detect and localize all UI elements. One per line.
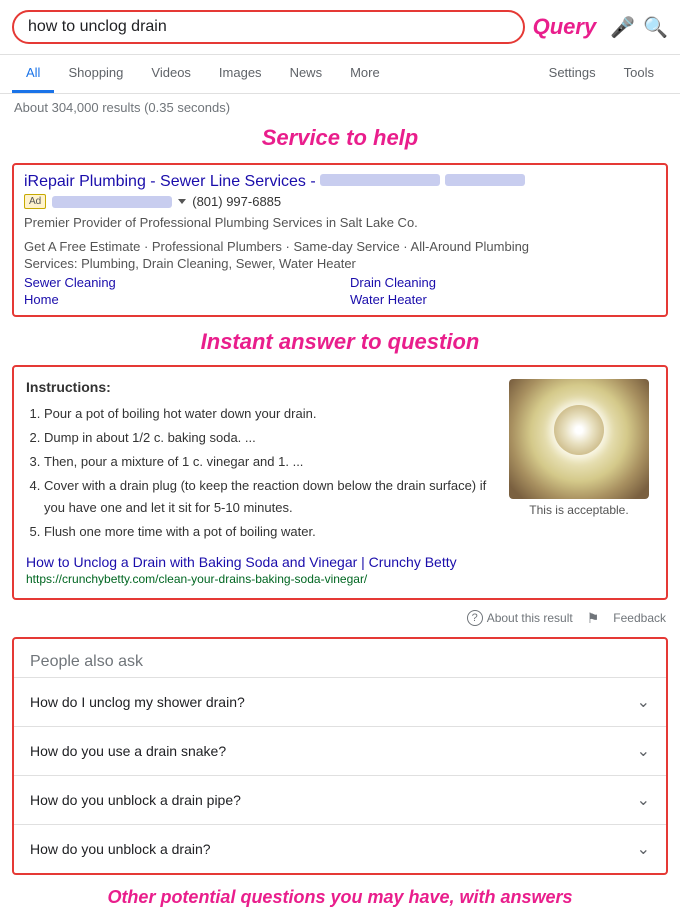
drain-image — [509, 379, 649, 499]
ad-phone: (801) 997-6885 — [192, 194, 281, 209]
paa-item-2[interactable]: How do you unblock a drain pipe? ⌄ — [14, 775, 666, 824]
query-label: Query — [533, 14, 597, 40]
answer-content: Instructions: Pour a pot of boiling hot … — [26, 379, 492, 586]
paa-item-0[interactable]: How do I unclog my shower drain? ⌄ — [14, 677, 666, 726]
tab-images[interactable]: Images — [205, 55, 276, 93]
search-icon[interactable]: 🔍 — [643, 15, 668, 40]
ad-dropdown-icon — [178, 199, 186, 204]
answer-box: Instructions: Pour a pot of boiling hot … — [12, 365, 668, 600]
answer-image: This is acceptable. — [504, 379, 654, 586]
tab-tools[interactable]: Tools — [610, 55, 668, 93]
instant-label: Instant answer to question — [0, 323, 680, 361]
nav-tabs: All Shopping Videos Images News More Set… — [0, 55, 680, 94]
bottom-label: Other potential questions you may have, … — [0, 879, 680, 916]
ad-url-row: Ad (801) 997-6885 — [24, 194, 656, 209]
paa-chevron-3: ⌄ — [637, 839, 650, 859]
step-5: Flush one more time with a pot of boilin… — [44, 521, 492, 543]
tab-news[interactable]: News — [276, 55, 337, 93]
paa-title: People also ask — [14, 639, 666, 677]
about-this-result[interactable]: ? About this result — [467, 610, 573, 626]
ad-badge: Ad — [24, 194, 46, 209]
paa-question-2: How do you unblock a drain pipe? — [30, 792, 241, 808]
feedback-link[interactable]: Feedback — [613, 611, 666, 625]
ad-title-text: iRepair Plumbing - Sewer Line Services - — [24, 173, 316, 190]
feedback-flag-icon: ⚑ — [587, 610, 600, 627]
step-3: Then, pour a mixture of 1 c. vinegar and… — [44, 451, 492, 473]
paa-item-1[interactable]: How do you use a drain snake? ⌄ — [14, 726, 666, 775]
step-4: Cover with a drain plug (to keep the rea… — [44, 475, 492, 519]
paa-question-3: How do you unblock a drain? — [30, 841, 211, 857]
source-url: https://crunchybetty.com/clean-your-drai… — [26, 572, 367, 586]
ad-url-blurred-1 — [320, 174, 440, 186]
ad-url-blurred-2 — [445, 174, 525, 186]
step-2: Dump in about 1/2 c. baking soda. ... — [44, 427, 492, 449]
ad-link-water-heater[interactable]: Water Heater — [350, 292, 656, 307]
people-also-ask-box: People also ask How do I unclog my showe… — [12, 637, 668, 875]
paa-chevron-2: ⌄ — [637, 790, 650, 810]
ad-box: iRepair Plumbing - Sewer Line Services -… — [12, 163, 668, 317]
step-1: Pour a pot of boiling hot water down you… — [44, 403, 492, 425]
tab-shopping[interactable]: Shopping — [54, 55, 137, 93]
answer-source: How to Unclog a Drain with Baking Soda a… — [26, 554, 492, 586]
instructions-list: Pour a pot of boiling hot water down you… — [26, 403, 492, 544]
instructions-title: Instructions: — [26, 379, 492, 395]
tab-all[interactable]: All — [12, 55, 54, 93]
tab-settings[interactable]: Settings — [535, 55, 610, 93]
ad-link-home[interactable]: Home — [24, 292, 330, 307]
about-icon[interactable]: ? — [467, 610, 483, 626]
ad-link-drain-cleaning[interactable]: Drain Cleaning — [350, 275, 656, 290]
paa-question-1: How do you use a drain snake? — [30, 743, 226, 759]
source-title-link[interactable]: How to Unclog a Drain with Baking Soda a… — [26, 554, 492, 570]
results-count: About 304,000 results (0.35 seconds) — [0, 94, 680, 121]
ad-title-link[interactable]: iRepair Plumbing - Sewer Line Services - — [24, 173, 525, 191]
tab-more[interactable]: More — [336, 55, 394, 93]
search-input[interactable] — [28, 18, 509, 36]
ad-link-sewer-cleaning[interactable]: Sewer Cleaning — [24, 275, 330, 290]
ad-title-row: iRepair Plumbing - Sewer Line Services - — [24, 173, 656, 191]
image-caption: This is acceptable. — [529, 503, 628, 517]
ad-description: Premier Provider of Professional Plumbin… — [24, 213, 656, 233]
mic-icon[interactable]: 🎤 — [610, 15, 635, 40]
paa-chevron-1: ⌄ — [637, 741, 650, 761]
paa-question-0: How do I unclog my shower drain? — [30, 694, 245, 710]
ad-services: Services: Plumbing, Drain Cleaning, Sewe… — [24, 256, 656, 271]
search-input-wrapper — [12, 10, 525, 44]
ad-url-domain — [52, 196, 172, 208]
about-row: ? About this result ⚑ Feedback — [0, 604, 680, 633]
service-label: Service to help — [0, 121, 680, 157]
tab-videos[interactable]: Videos — [137, 55, 205, 93]
search-bar-area: Query 🎤 🔍 — [0, 0, 680, 55]
paa-chevron-0: ⌄ — [637, 692, 650, 712]
ad-links: Sewer Cleaning Drain Cleaning Home Water… — [24, 275, 656, 307]
paa-item-3[interactable]: How do you unblock a drain? ⌄ — [14, 824, 666, 873]
ad-highlights: Get A Free Estimate · Professional Plumb… — [24, 237, 656, 257]
